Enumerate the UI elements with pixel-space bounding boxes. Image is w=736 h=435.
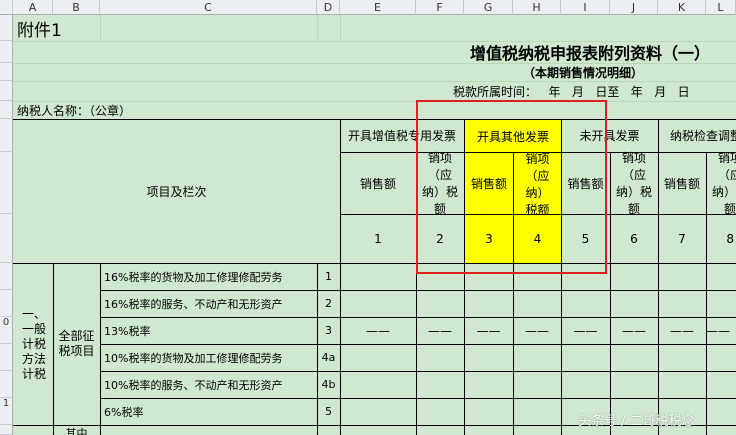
attachment-label: 附件1: [17, 20, 62, 41]
group-inspection-adjust: 纳税检查调整: [670, 129, 736, 143]
row-header[interactable]: 0: [0, 317, 13, 344]
col-header-i[interactable]: I: [561, 0, 610, 15]
col-header-c[interactable]: C: [100, 0, 317, 15]
taxpayer-name: 纳税人名称：（公章）: [17, 103, 132, 118]
row-header[interactable]: [0, 263, 13, 290]
col-header-b[interactable]: B: [53, 0, 100, 15]
row-num: 2: [325, 297, 332, 310]
col-header-a[interactable]: A: [13, 0, 53, 15]
form-subtitle: （本期销售情况明细）: [522, 65, 643, 80]
row-header[interactable]: [0, 152, 13, 214]
sub-sales: 销售额: [663, 176, 700, 191]
col-header-f[interactable]: F: [416, 0, 464, 15]
row-header[interactable]: 1: [0, 398, 13, 425]
dash-cell: ——: [428, 323, 452, 338]
row-label: 10%税率的服务、不动产和无形资产: [104, 378, 283, 392]
col-header-g[interactable]: G: [464, 0, 513, 15]
col-num: 6: [630, 231, 638, 246]
row-header[interactable]: [0, 101, 13, 119]
row-num: 3: [325, 324, 332, 337]
col-num: 1: [374, 231, 382, 246]
row-num: 5: [325, 405, 332, 418]
section-all-taxable: 全部征税项目: [58, 329, 95, 358]
dash-cell: ——: [476, 323, 501, 338]
col-num: 8: [726, 231, 734, 246]
row-label: 16%税率的服务、不动产和无形资产: [104, 297, 283, 311]
watermark: 头条号 / 二哥税税念: [578, 414, 695, 429]
col-header-h[interactable]: H: [513, 0, 561, 15]
dash-cell: ——: [366, 323, 390, 338]
row-header[interactable]: [0, 81, 13, 101]
row-header[interactable]: [0, 63, 13, 81]
sheet-grid[interactable]: 附件1 增值税纳税申报表附列资料（一） （本期销售情况明细） 税款所属时间： 年…: [13, 15, 736, 435]
col-header-k[interactable]: K: [658, 0, 706, 15]
row-header[interactable]: [0, 371, 13, 398]
tax-period: 税款所属时间： 年 月 日至 年 月 日: [453, 84, 690, 99]
col-header-e[interactable]: E: [340, 0, 416, 15]
dash-cell: ——: [622, 323, 646, 338]
dash-cell: ——: [670, 323, 694, 338]
row-header[interactable]: [0, 425, 13, 435]
section-general: 一、一般计税方法计税: [21, 306, 46, 381]
select-all-corner[interactable]: [0, 0, 13, 15]
dash-cell: ——: [573, 323, 598, 338]
dash-cell: ——: [706, 323, 730, 338]
row-label: 6%税率: [104, 405, 144, 419]
col-header-l[interactable]: L: [706, 0, 736, 15]
sub-tax: 销项（应纳）税额: [616, 151, 653, 216]
row-label: 10%税率的货物及加工修理修配劳务: [104, 351, 283, 365]
row-header[interactable]: [0, 41, 13, 63]
row-num: 4a: [321, 351, 336, 364]
col-header-d[interactable]: D: [317, 0, 340, 15]
row-header[interactable]: [0, 214, 13, 263]
col-header-j[interactable]: J: [610, 0, 658, 15]
row-header[interactable]: [0, 290, 13, 317]
row-label: 13%税率: [104, 324, 151, 338]
sub-sales: 销售额: [359, 176, 396, 191]
item-label: 项目及栏次: [146, 184, 207, 199]
row-header[interactable]: [0, 15, 13, 41]
form-title: 增值税纳税申报表附列资料（一）: [469, 44, 710, 63]
section-of-which: 其中: [65, 427, 88, 435]
dash-cell: ——: [525, 323, 549, 338]
col-num: 7: [678, 231, 686, 246]
row-num: 4b: [321, 378, 336, 391]
row-label: 16%税率的货物及加工修理修配劳务: [104, 270, 283, 284]
highlight-annotation-box: [416, 100, 607, 274]
row-header[interactable]: [0, 119, 13, 152]
sub-tax: 销项（应纳）税额: [712, 152, 736, 214]
row-num: 1: [325, 270, 332, 283]
row-header[interactable]: [0, 344, 13, 371]
